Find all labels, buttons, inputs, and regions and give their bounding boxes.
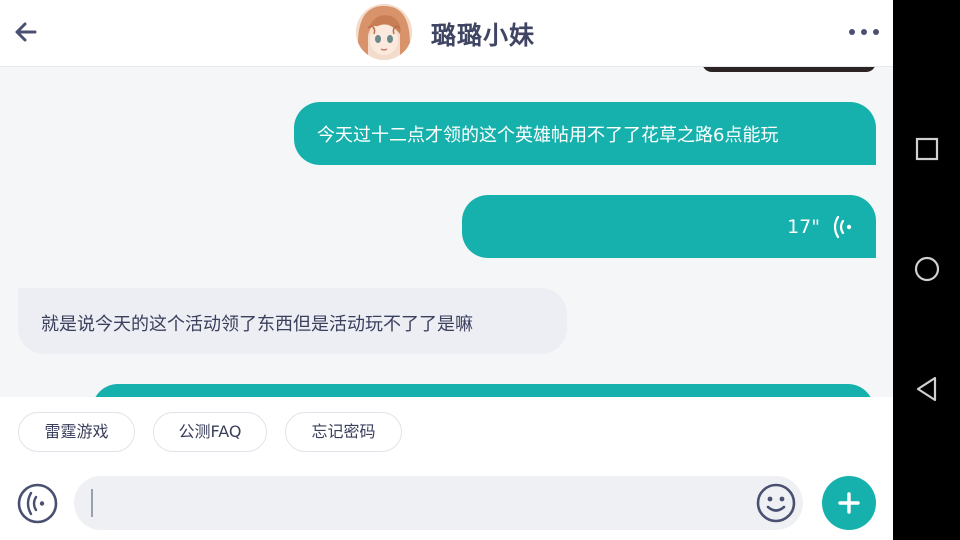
chat-header: 璐璐小妹 (0, 0, 893, 67)
chat-app: 璐璐小妹 今天过十二点才领的这个英雄帖用不了了花草之路6点能玩 17" 就是说今… (0, 0, 893, 540)
quick-reply-bar: 雷霆游戏 公测FAQ 忘记密码 (0, 397, 893, 467)
add-attachment-button[interactable] (822, 476, 876, 530)
quick-reply-chip[interactable]: 忘记密码 (285, 412, 402, 452)
avatar[interactable] (356, 4, 412, 60)
quick-reply-chip[interactable]: 雷霆游戏 (18, 412, 135, 452)
outgoing-voice-message[interactable]: 17" (462, 195, 876, 258)
partial-outgoing-message[interactable] (92, 384, 874, 397)
chat-title: 璐璐小妹 (431, 21, 536, 50)
home-button[interactable] (909, 251, 945, 287)
android-navigation-bar (893, 0, 960, 540)
arrow-left-icon (15, 22, 37, 42)
system-back-button[interactable] (909, 371, 945, 407)
voice-wave-icon (833, 215, 852, 239)
message-text: 今天过十二点才领的这个英雄帖用不了了花草之路6点能玩 (317, 125, 779, 146)
triangle-back-icon (916, 376, 937, 402)
circle-icon (914, 256, 940, 282)
message-input-container[interactable] (74, 476, 803, 532)
text-cursor (91, 489, 93, 517)
more-options-button[interactable] (844, 18, 884, 46)
voice-input-icon (17, 483, 58, 524)
voice-duration: 17" (787, 216, 820, 238)
back-button[interactable] (8, 14, 44, 50)
message-list[interactable]: 今天过十二点才领的这个英雄帖用不了了花草之路6点能玩 17" 就是说今天的这个活… (0, 66, 893, 397)
voice-input-button[interactable] (17, 483, 58, 524)
more-dots-icon (849, 29, 879, 35)
message-input-bar (0, 467, 893, 540)
anime-girl-avatar-image (356, 4, 412, 60)
outgoing-text-message[interactable]: 今天过十二点才领的这个英雄帖用不了了花草之路6点能玩 (294, 102, 876, 165)
message-text: 就是说今天的这个活动领了东西但是活动玩不了了是嘛 (41, 314, 473, 335)
smiley-icon (756, 483, 796, 523)
quick-reply-chip[interactable]: 公测FAQ (153, 412, 267, 452)
recents-button[interactable] (909, 131, 945, 167)
square-icon (915, 137, 939, 161)
plus-icon (838, 492, 860, 514)
message-input[interactable] (98, 476, 752, 532)
emoji-button[interactable] (756, 483, 796, 523)
incoming-text-message[interactable]: 就是说今天的这个活动领了东西但是活动玩不了了是嘛 (18, 288, 567, 354)
